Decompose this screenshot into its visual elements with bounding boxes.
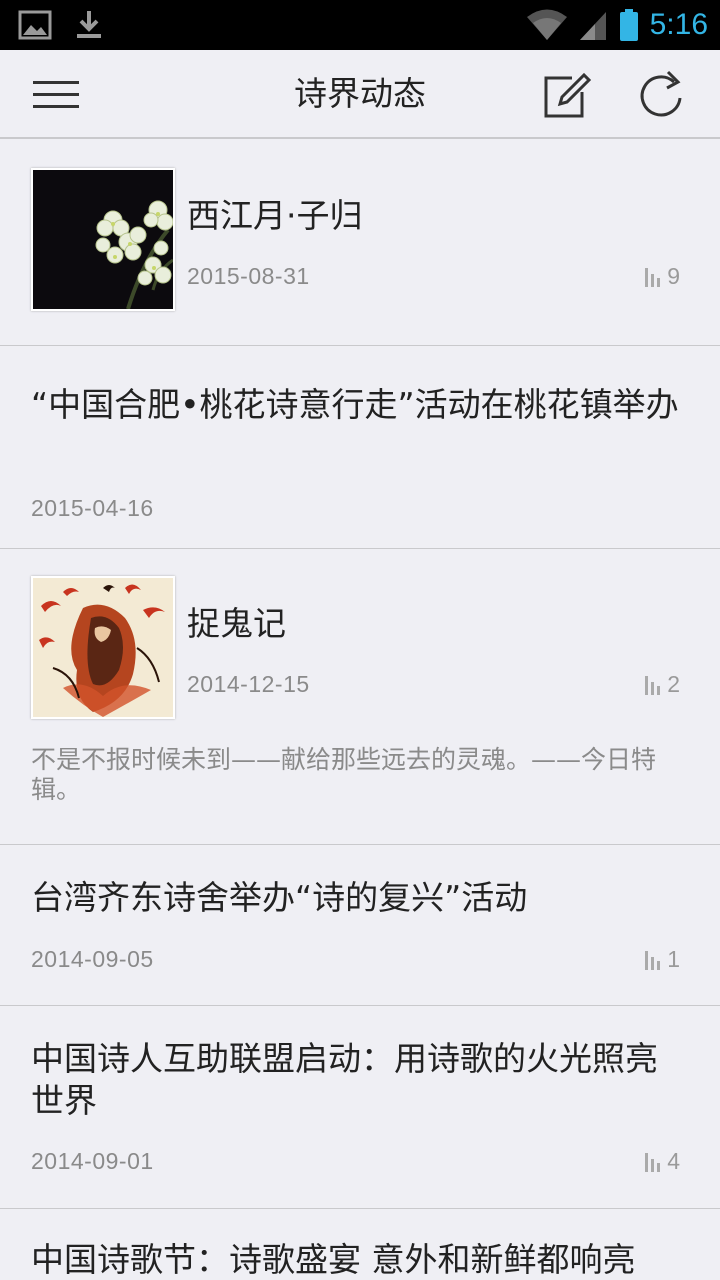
article-title: 中国诗人互助联盟启动：用诗歌的火光照亮世界 — [31, 1039, 658, 1120]
bar-chart-icon — [645, 950, 661, 970]
bar-chart-icon — [645, 1152, 661, 1172]
clock: 5:16 — [649, 8, 708, 41]
article-list: 西江月·子归 2015-08-31 9 “中国合肥•桃花诗意行走”活动在桃花镇举… — [0, 139, 720, 1280]
article-title: 中国诗歌节：诗歌盛宴 意外和新鲜都响亮 — [31, 1240, 636, 1279]
thumbnail-image — [31, 168, 175, 311]
article-date: 2014-09-01 — [31, 1148, 154, 1174]
signal-icon — [579, 12, 606, 40]
zhong-kui-painting-image — [33, 578, 173, 717]
list-item[interactable]: 中国诗人互助联盟启动：用诗歌的火光照亮世界 2014-09-01 4 — [0, 1006, 720, 1209]
article-summary: 不是不报时候未到——献给那些远去的灵魂。——今日特辑。 — [31, 745, 657, 804]
status-bar: 5:16 — [0, 0, 720, 50]
compose-icon[interactable] — [542, 70, 592, 120]
thumbnail-image — [31, 576, 175, 719]
bar-chart-icon — [645, 267, 661, 287]
article-date: 2015-08-31 — [187, 263, 310, 289]
article-title: 台湾齐东诗舍举办“诗的复兴”活动 — [31, 878, 528, 917]
list-item[interactable]: 台湾齐东诗舍举办“诗的复兴”活动 2014-09-05 1 — [0, 845, 720, 1006]
article-title: 捉鬼记 — [187, 604, 286, 643]
list-item[interactable]: 中国诗歌节：诗歌盛宴 意外和新鲜都响亮 — [0, 1209, 720, 1280]
list-item[interactable]: 捉鬼记 2014-12-15 2 不是不报时候未到——献给那些远去的灵魂。——今… — [0, 549, 720, 845]
view-count-value: 9 — [667, 263, 680, 289]
download-icon — [77, 11, 101, 38]
view-count: 2 — [643, 671, 680, 698]
view-count: 9 — [643, 263, 680, 290]
action-bar: 诗界动态 — [0, 50, 720, 139]
view-count-value: 2 — [667, 671, 680, 697]
view-count-value: 1 — [667, 946, 680, 972]
article-title: “中国合肥•桃花诗意行走”活动在桃花镇举办 — [31, 385, 679, 424]
image-icon — [18, 10, 52, 40]
view-count: 4 — [643, 1148, 680, 1175]
white-flowers-image — [33, 170, 173, 309]
view-count: 1 — [643, 946, 680, 973]
article-date: 2014-09-05 — [31, 946, 154, 972]
wifi-icon — [526, 9, 567, 40]
article-title: 西江月·子归 — [187, 196, 363, 235]
view-count-value: 4 — [667, 1148, 680, 1174]
article-date: 2014-12-15 — [187, 671, 310, 697]
list-item[interactable]: “中国合肥•桃花诗意行走”活动在桃花镇举办 2015-04-16 — [0, 346, 720, 549]
bar-chart-icon — [645, 675, 661, 695]
refresh-icon[interactable] — [634, 70, 688, 120]
page-title: 诗界动态 — [294, 74, 426, 113]
battery-icon — [619, 9, 638, 41]
list-item[interactable]: 西江月·子归 2015-08-31 9 — [0, 139, 720, 346]
article-date: 2015-04-16 — [31, 495, 154, 521]
